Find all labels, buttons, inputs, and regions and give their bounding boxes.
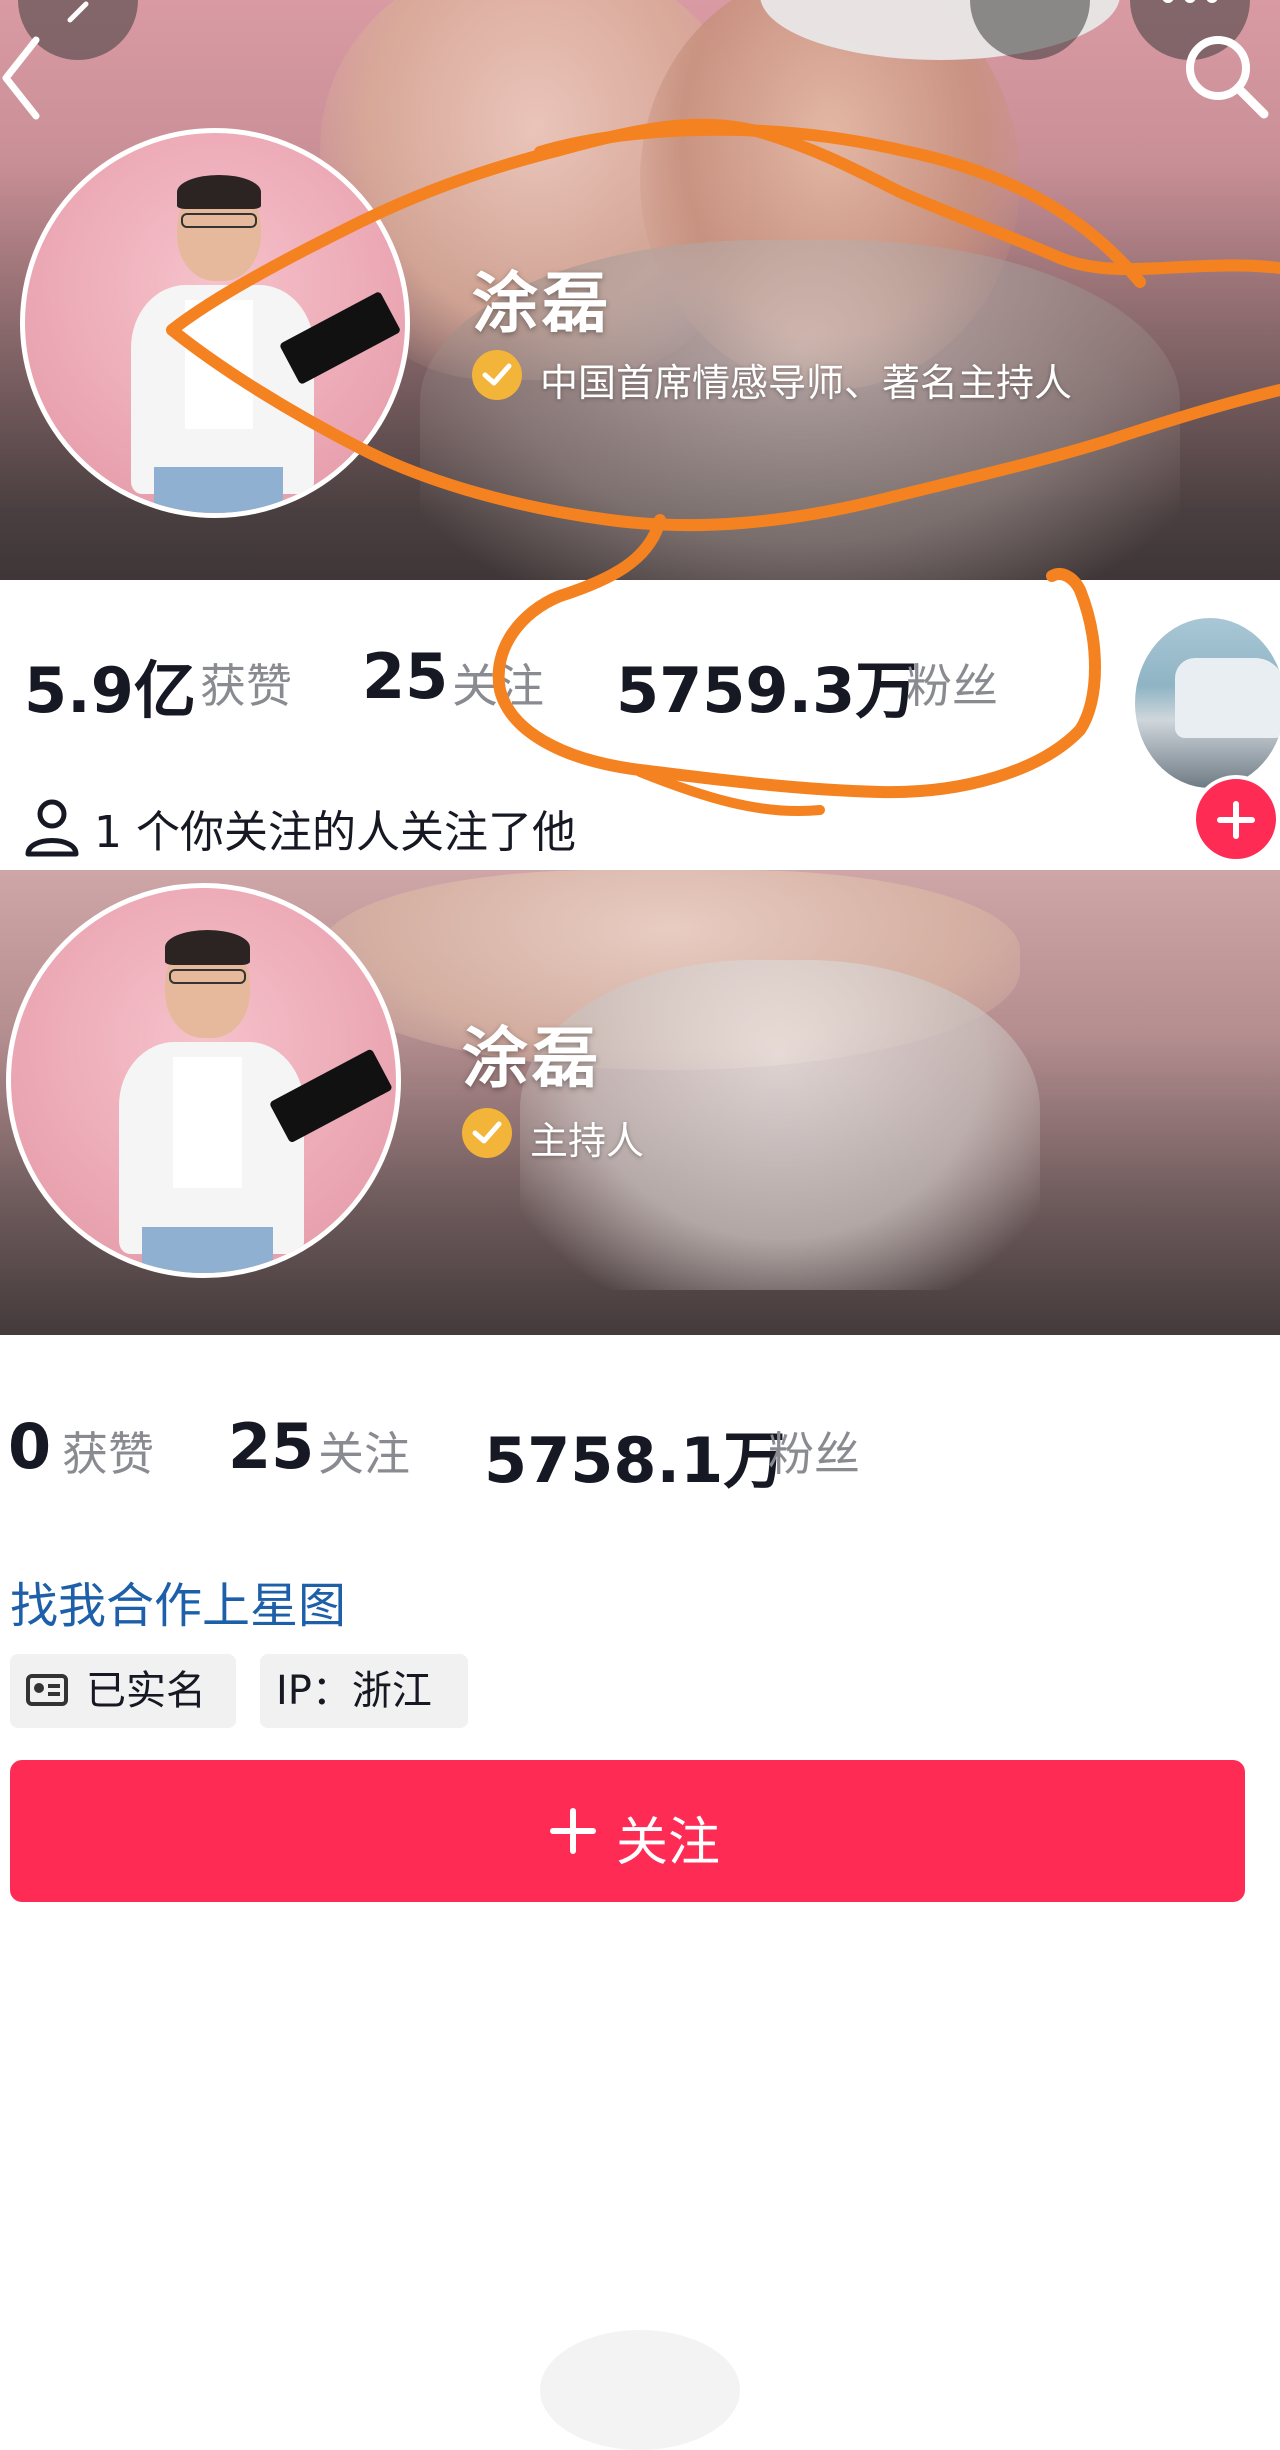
profile-header-second: 涂磊 主持人 bbox=[0, 870, 1280, 1335]
following-label[interactable]: 关注 bbox=[452, 650, 544, 716]
profile-header-top: 涂磊 中国首席情感导师、著名主持人 bbox=[0, 0, 1280, 580]
following-count-second[interactable]: 25 bbox=[228, 1410, 314, 1483]
follow-button-label: 关注 bbox=[616, 1813, 721, 1873]
avatar[interactable] bbox=[20, 128, 410, 518]
follow-button[interactable]: 关注 bbox=[10, 1760, 1245, 1902]
verification-label: 中国首席情感导师、著名主持人 bbox=[540, 361, 1073, 405]
home-indicator bbox=[540, 2330, 740, 2450]
recommended-user-thumbnail[interactable] bbox=[1135, 618, 1280, 788]
verification-label-second: 主持人 bbox=[530, 1119, 645, 1163]
profile-stats-top: 5.9亿 获赞 25 关注 5759.3万 粉丝 1 个你关注的人关注了他 bbox=[0, 580, 1280, 870]
likes-count: 5.9亿 bbox=[24, 654, 196, 727]
plus-icon bbox=[550, 1808, 596, 1854]
likes-label-second: 获赞 bbox=[62, 1427, 154, 1481]
real-name-tag: 已实名 bbox=[10, 1654, 236, 1728]
followers-label[interactable]: 粉丝 bbox=[906, 650, 998, 716]
back-icon[interactable] bbox=[0, 36, 44, 126]
followers-count-second[interactable]: 5758.1万 bbox=[484, 1410, 785, 1500]
likes-label: 获赞 bbox=[200, 659, 292, 713]
avatar-second[interactable] bbox=[6, 883, 401, 1278]
mutual-follow-text[interactable]: 1 个你关注的人关注了他 bbox=[94, 796, 576, 860]
ip-location-tag-label: IP：浙江 bbox=[276, 1668, 432, 1714]
ip-location-tag: IP：浙江 bbox=[260, 1654, 468, 1728]
likes-count-second: 0 bbox=[8, 1410, 52, 1483]
follow-plus-icon[interactable] bbox=[1192, 775, 1280, 863]
search-icon[interactable] bbox=[1180, 30, 1272, 122]
person-icon bbox=[25, 799, 79, 857]
verified-icon bbox=[462, 1108, 512, 1158]
followers-label-second[interactable]: 粉丝 bbox=[768, 1418, 860, 1484]
star-map-link[interactable]: 找我合作上星图 bbox=[10, 1566, 346, 1636]
following-label-second[interactable]: 关注 bbox=[318, 1418, 410, 1484]
real-name-tag-label: 已实名 bbox=[86, 1668, 206, 1714]
id-card-icon bbox=[26, 1674, 68, 1706]
verified-icon bbox=[472, 350, 522, 400]
more-icon bbox=[1162, 0, 1218, 3]
back-chevron-icon bbox=[67, 1, 89, 23]
followers-count[interactable]: 5759.3万 bbox=[616, 640, 917, 730]
profile-name: 涂磊 bbox=[472, 265, 612, 342]
following-count[interactable]: 25 bbox=[362, 640, 448, 713]
profile-name-second: 涂磊 bbox=[462, 1020, 602, 1097]
